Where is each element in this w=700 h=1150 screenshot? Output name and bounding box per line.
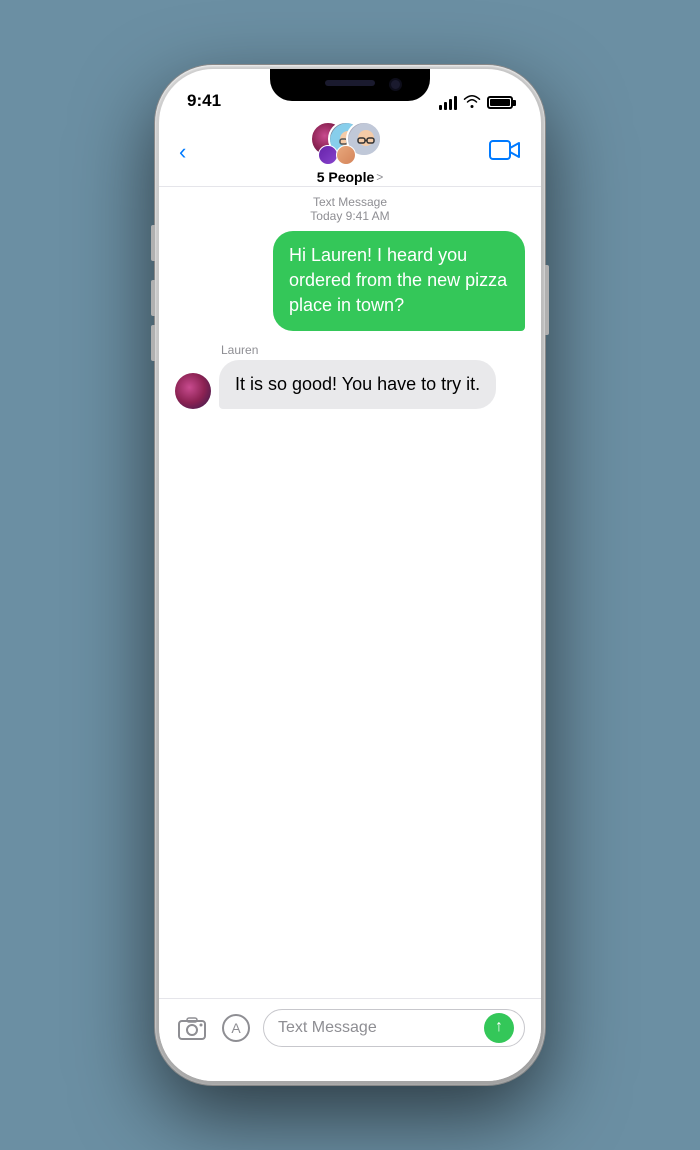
text-input-placeholder: Text Message [278, 1019, 484, 1037]
group-name: 5 People [317, 169, 375, 185]
wifi-icon [463, 94, 481, 111]
signal-icon [439, 96, 457, 110]
received-message-row: Lauren It is so good! You have to try it… [175, 343, 525, 409]
phone-frame: 9:41 [155, 65, 545, 1085]
sender-avatar [175, 373, 211, 409]
message-time: Today 9:41 AM [175, 209, 525, 223]
status-icons [439, 94, 513, 113]
received-bubble: It is so good! You have to try it. [219, 360, 496, 409]
signal-bar-2 [444, 102, 447, 110]
input-area: A Text Message ↑ [159, 998, 541, 1081]
svg-text:A: A [231, 1020, 241, 1036]
received-content: Lauren It is so good! You have to try it… [219, 343, 496, 409]
sent-message-row: Hi Lauren! I heard you ordered from the … [175, 231, 525, 331]
avatar-mini-2 [336, 145, 356, 165]
battery-fill [490, 99, 510, 106]
group-label[interactable]: 5 People > [317, 169, 384, 185]
text-input-wrap[interactable]: Text Message ↑ [263, 1009, 525, 1047]
sender-avatar-wrap [175, 343, 211, 409]
group-avatars [310, 121, 390, 167]
message-meta: Text Message Today 9:41 AM [175, 195, 525, 223]
signal-bar-4 [454, 96, 457, 110]
back-button[interactable]: ‹ [179, 143, 186, 163]
front-camera [389, 78, 402, 91]
speaker [325, 80, 375, 86]
battery-icon [487, 96, 513, 109]
signal-bar-1 [439, 105, 442, 110]
signal-bar-3 [449, 99, 452, 110]
apps-button[interactable]: A [219, 1011, 253, 1045]
status-time: 9:41 [187, 91, 221, 113]
sender-name: Lauren [221, 343, 496, 357]
send-arrow-icon: ↑ [495, 1018, 503, 1036]
nav-center: 5 People > [310, 121, 390, 185]
send-button[interactable]: ↑ [484, 1013, 514, 1043]
sent-bubble: Hi Lauren! I heard you ordered from the … [273, 231, 525, 331]
camera-button[interactable] [175, 1011, 209, 1045]
messages-area: Text Message Today 9:41 AM Hi Lauren! I … [159, 187, 541, 998]
avatar-mini-1 [318, 145, 338, 165]
group-chevron-icon: > [376, 170, 383, 184]
phone-screen: 9:41 [159, 69, 541, 1081]
message-service: Text Message [313, 195, 387, 209]
video-button[interactable] [489, 139, 521, 166]
notch [270, 69, 430, 101]
back-chevron-icon: ‹ [179, 141, 186, 163]
nav-bar: ‹ [159, 119, 541, 187]
